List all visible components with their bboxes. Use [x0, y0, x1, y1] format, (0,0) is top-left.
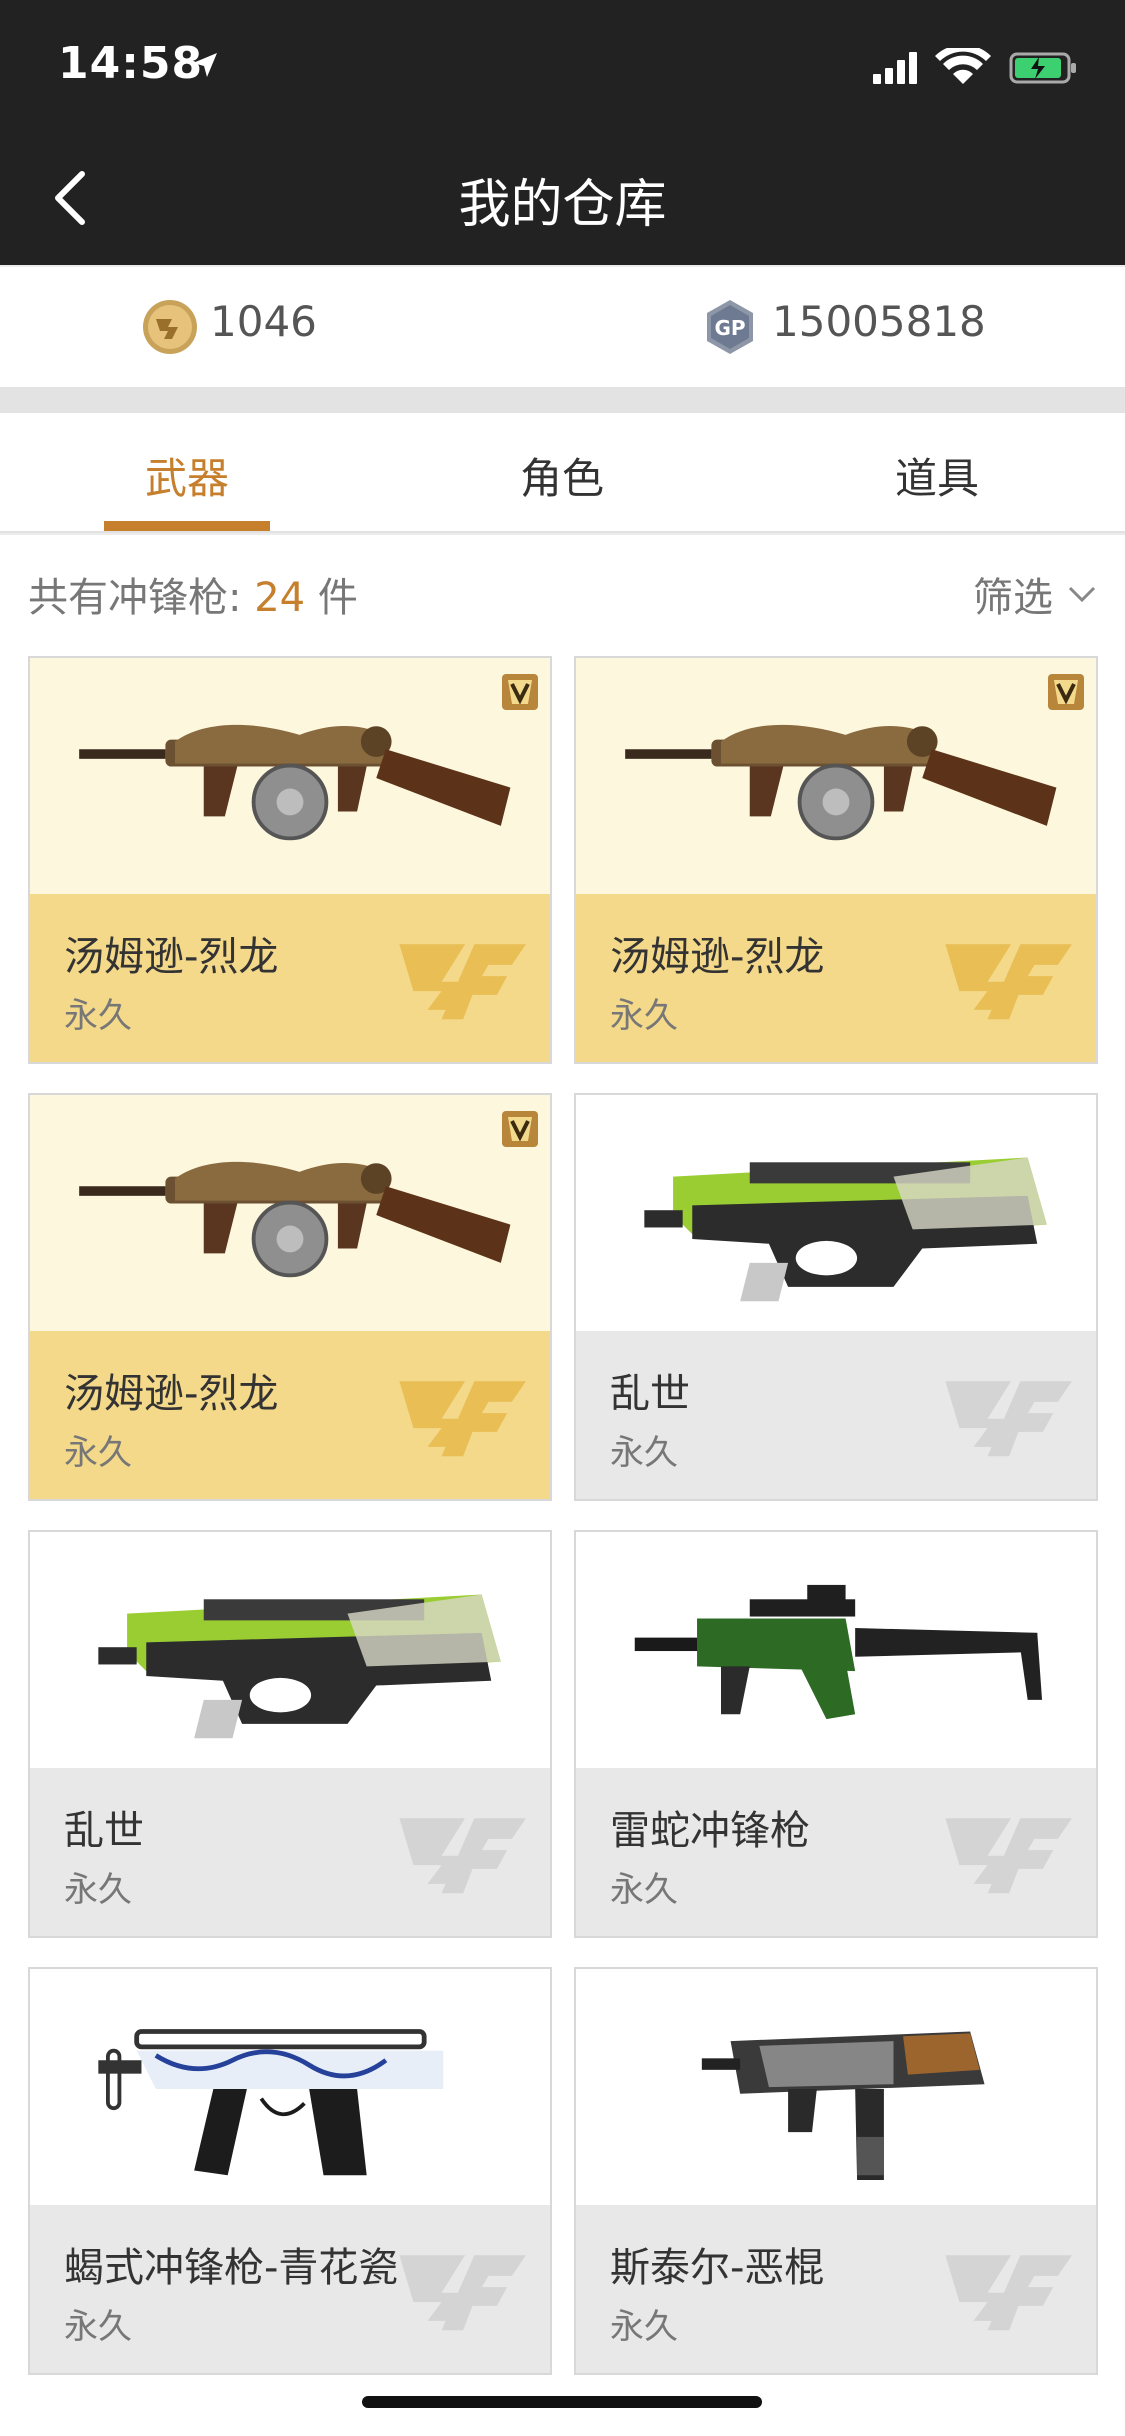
weapon-icon [625, 724, 1057, 841]
top-bar: 14:58 我的仓库 [0, 0, 1125, 265]
weapon-duration: 永久 [610, 1433, 678, 1473]
tab-items[interactable]: 道具 [750, 445, 1124, 506]
vip-badge-icon [1048, 674, 1084, 710]
svg-text:GP: GP [714, 316, 745, 340]
summary-row: 共有冲锋枪: 24 件 筛选 [0, 535, 1125, 645]
status-icons [873, 48, 1076, 84]
weapon-duration: 永久 [610, 996, 678, 1036]
weapon-info: 雷蛇冲锋枪 永久 [576, 1768, 1096, 1936]
weapon-duration: 永久 [64, 1433, 132, 1473]
item-count-text: 共有冲锋枪: 24 件 [28, 565, 358, 623]
vip-badge-icon [502, 674, 538, 710]
weapon-name: 汤姆逊-烈龙 [64, 1371, 279, 1417]
vip-badge-icon [502, 1111, 538, 1147]
weapon-image [576, 1532, 1096, 1768]
weapon-duration: 永久 [64, 1870, 132, 1910]
weapon-icon [634, 1584, 1043, 1720]
count-suffix: 件 [305, 575, 358, 621]
cf-watermark-icon [399, 1381, 526, 1457]
filter-label: 筛选 [973, 575, 1053, 621]
weapon-image [30, 1532, 550, 1768]
weapon-duration: 永久 [64, 2307, 132, 2347]
weapon-name: 斯泰尔-恶棍 [610, 2245, 825, 2291]
weapon-duration: 永久 [610, 1870, 678, 1910]
weapon-card[interactable]: 汤姆逊-烈龙 永久 [28, 656, 552, 1064]
weapon-info: 汤姆逊-烈龙 永久 [576, 894, 1096, 1062]
weapon-card[interactable]: 乱世 永久 [574, 1093, 1098, 1501]
weapon-icon [79, 1161, 511, 1278]
weapon-name: 乱世 [64, 1808, 144, 1854]
weapon-duration: 永久 [64, 996, 132, 1036]
cf-watermark-icon [945, 1818, 1072, 1894]
weapon-card[interactable]: 汤姆逊-烈龙 永久 [574, 656, 1098, 1064]
cf-watermark-icon [945, 944, 1072, 1020]
section-divider [0, 387, 1125, 413]
weapon-name: 蝎式冲锋枪-青花瓷 [64, 2245, 399, 2291]
weapon-info: 汤姆逊-烈龙 永久 [30, 1331, 550, 1499]
category-tabs: 武器 角色 道具 [0, 413, 1125, 533]
weapon-card[interactable]: 雷蛇冲锋枪 永久 [574, 1530, 1098, 1938]
weapon-info: 乱世 永久 [30, 1768, 550, 1936]
weapon-image [576, 1969, 1096, 2205]
filter-button[interactable]: 筛选 [973, 565, 1097, 623]
cf-coin-value: 1046 [210, 297, 317, 346]
weapon-image [30, 1969, 550, 2205]
weapon-info: 汤姆逊-烈龙 永久 [30, 894, 550, 1062]
weapon-image [576, 1095, 1096, 1331]
weapon-name: 雷蛇冲锋枪 [610, 1808, 810, 1854]
gp-coin-value: 15005818 [772, 297, 986, 346]
weapon-name: 汤姆逊-烈龙 [610, 934, 825, 980]
cf-watermark-icon [399, 944, 526, 1020]
weapon-image [30, 1095, 550, 1331]
weapon-card[interactable]: 汤姆逊-烈龙 永久 [28, 1093, 552, 1501]
gp-coin-icon: GP [707, 300, 753, 354]
cf-coin-icon [143, 300, 197, 354]
battery-icon [1009, 52, 1076, 84]
weapon-icon [79, 724, 511, 841]
weapon-icon [98, 2029, 444, 2176]
weapon-icon [701, 2031, 985, 2181]
cf-watermark-icon [945, 2255, 1072, 2331]
weapon-card[interactable]: 蝎式冲锋枪-青花瓷 永久 [28, 1967, 552, 2375]
weapon-info: 蝎式冲锋枪-青花瓷 永久 [30, 2205, 550, 2373]
home-indicator [362, 2396, 762, 2408]
wifi-icon [935, 48, 991, 84]
status-time: 14:58 [58, 38, 204, 89]
weapon-icon [644, 1157, 1047, 1302]
location-arrow-icon [193, 53, 217, 77]
currency-bar: 1046 GP 15005818 [0, 267, 1125, 387]
active-tab-indicator [104, 521, 270, 531]
tab-characters[interactable]: 角色 [375, 445, 749, 506]
cf-watermark-icon [399, 2255, 526, 2331]
weapon-icon [98, 1594, 501, 1739]
count-number: 24 [254, 575, 306, 621]
weapon-info: 乱世 永久 [576, 1331, 1096, 1499]
weapon-duration: 永久 [610, 2307, 678, 2347]
chevron-down-icon [1068, 586, 1096, 603]
cf-watermark-icon [945, 1381, 1072, 1457]
weapon-card[interactable]: 乱世 永久 [28, 1530, 552, 1938]
cf-watermark-icon [399, 1818, 526, 1894]
count-prefix: 共有冲锋枪: [28, 575, 255, 621]
weapon-name: 汤姆逊-烈龙 [64, 934, 279, 980]
page-title: 我的仓库 [458, 175, 667, 235]
weapon-image [576, 658, 1096, 894]
weapon-card[interactable]: 斯泰尔-恶棍 永久 [574, 1967, 1098, 2375]
weapon-name: 乱世 [610, 1371, 690, 1417]
weapon-info: 斯泰尔-恶棍 永久 [576, 2205, 1096, 2373]
signal-icon [873, 52, 917, 84]
weapon-image [30, 658, 550, 894]
tab-weapons[interactable]: 武器 [0, 445, 374, 506]
